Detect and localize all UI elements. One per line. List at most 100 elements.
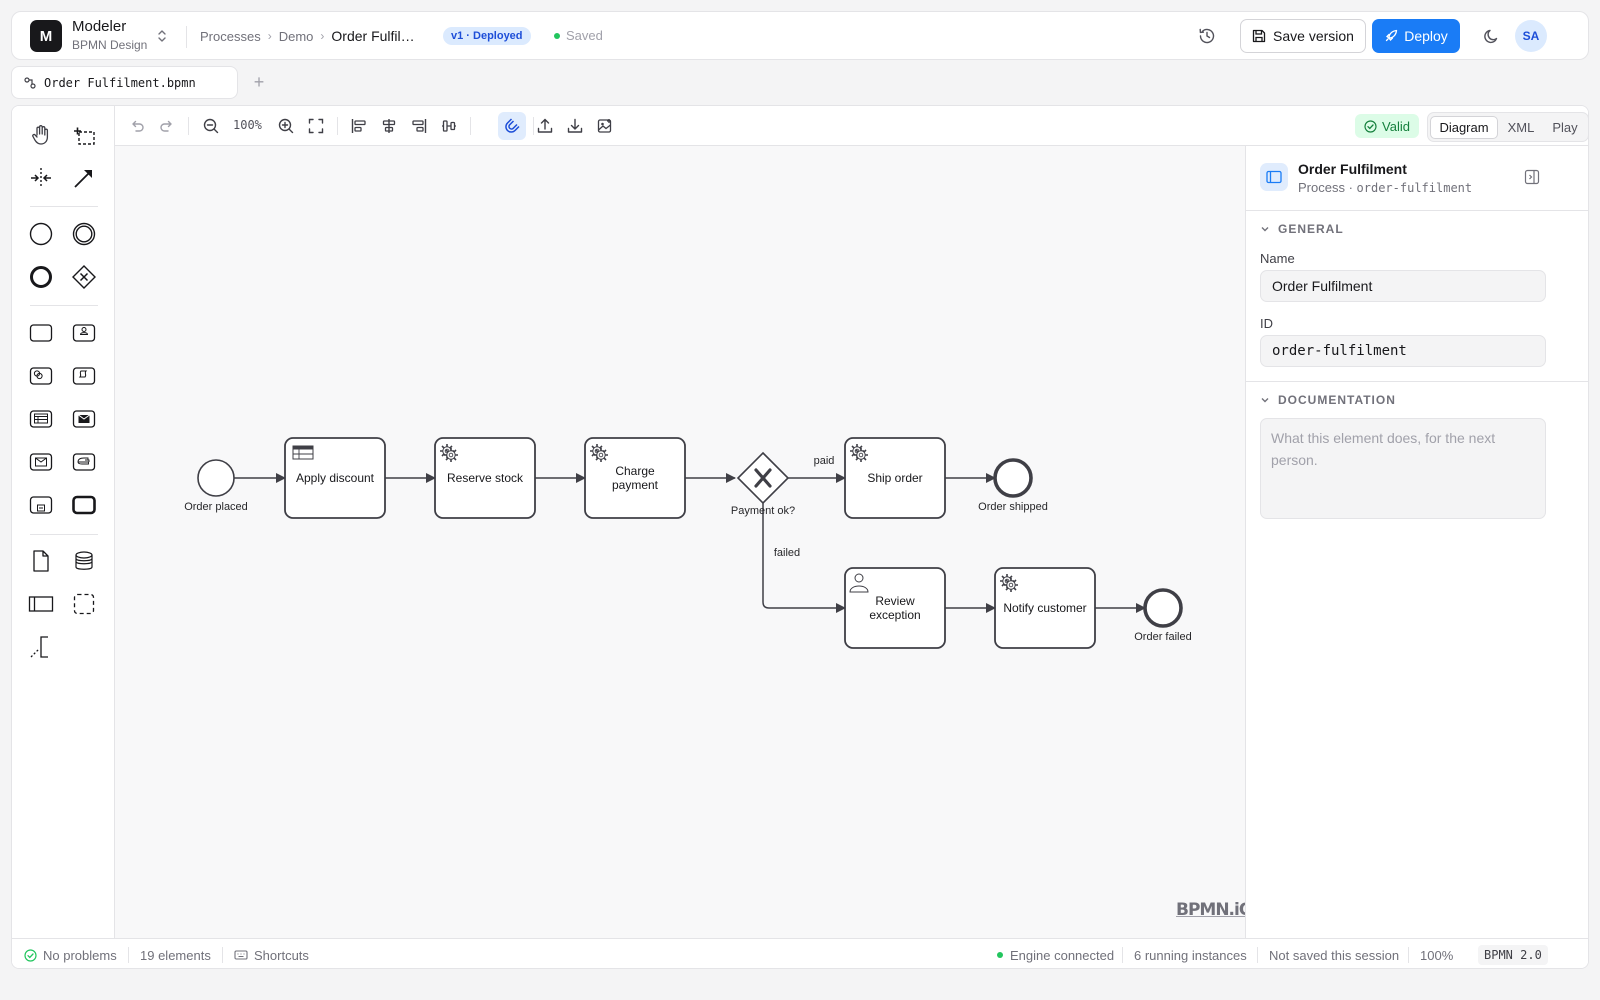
name-field[interactable]: Order Fulfilment <box>1260 270 1546 302</box>
avatar[interactable]: SA <box>1515 20 1547 52</box>
task-review-exception-label-line1: Review <box>875 594 915 608</box>
panel-divider <box>1246 381 1588 382</box>
script-task-icon[interactable] <box>69 361 99 391</box>
user-task-icon[interactable] <box>69 318 99 348</box>
toolbar-divider <box>533 117 534 135</box>
header-divider <box>186 26 187 48</box>
zoom-out-icon[interactable] <box>201 116 221 136</box>
data-object-icon[interactable] <box>26 546 56 576</box>
group-icon[interactable] <box>69 589 99 619</box>
status-divider <box>1122 947 1123 963</box>
task-icon[interactable] <box>26 318 56 348</box>
download-icon[interactable] <box>565 116 585 136</box>
moon-icon[interactable] <box>1482 26 1502 46</box>
connect-tool-icon[interactable] <box>69 163 99 193</box>
task-charge-payment-label-line2: payment <box>612 478 659 492</box>
data-store-icon[interactable] <box>69 546 99 576</box>
import-icon[interactable] <box>535 116 555 136</box>
gear-icon <box>593 447 609 463</box>
section-documentation-header[interactable]: DOCUMENTATION <box>1260 393 1396 407</box>
session-save-status: Not saved this session <box>1269 947 1400 963</box>
subprocess-icon[interactable] <box>26 490 56 520</box>
undo-icon[interactable] <box>127 116 147 136</box>
align-center-icon[interactable] <box>379 116 399 136</box>
receive-task-icon[interactable] <box>26 447 56 477</box>
align-left-icon[interactable] <box>349 116 369 136</box>
manual-task-icon[interactable] <box>69 447 99 477</box>
gateway-icon[interactable] <box>69 262 99 292</box>
hand-tool-icon[interactable] <box>26 120 56 150</box>
tab-label: Order Fulfilment.bpmn <box>44 75 196 90</box>
validation-badge[interactable]: Valid <box>1355 114 1419 138</box>
redo-icon[interactable] <box>157 116 177 136</box>
call-activity-icon[interactable] <box>69 490 99 520</box>
deploy-button[interactable]: Deploy <box>1372 19 1460 53</box>
intermediate-event-icon[interactable] <box>69 219 99 249</box>
breadcrumb-demo[interactable]: Demo <box>279 29 314 44</box>
modeler-workspace: 100% Valid Diagram XML Play paid failed … <box>11 105 1589 969</box>
section-general-header[interactable]: GENERAL <box>1260 222 1344 236</box>
export-image-icon[interactable] <box>595 116 615 136</box>
end-event-failed-label: Order failed <box>1134 631 1191 643</box>
gateway-label: Payment ok? <box>731 505 795 517</box>
problems-status[interactable]: No problems <box>24 947 117 963</box>
end-event-order-shipped[interactable] <box>993 458 1033 498</box>
task-reserve-stock-label: Reserve stock <box>447 471 524 485</box>
start-event-icon[interactable] <box>26 219 56 249</box>
send-task-icon[interactable] <box>69 404 99 434</box>
tab-xml[interactable]: XML <box>1500 116 1542 139</box>
id-label: ID <box>1260 316 1273 331</box>
running-instances[interactable]: 6 running instances <box>1134 947 1247 963</box>
breadcrumb-processes[interactable]: Processes <box>200 29 261 44</box>
magnet-icon <box>505 118 520 133</box>
diagram-toolbar: 100% Valid Diagram XML Play <box>115 106 1588 146</box>
zoom-level[interactable]: 100% <box>233 118 262 132</box>
gateway-payment-ok[interactable] <box>736 451 790 505</box>
distribute-icon[interactable] <box>439 116 459 136</box>
end-event-icon[interactable] <box>26 262 56 292</box>
pool-icon[interactable] <box>26 589 56 619</box>
palette-divider <box>30 305 98 306</box>
add-tab-button[interactable]: + <box>250 72 268 92</box>
end-event-shipped-label: Order shipped <box>978 501 1048 513</box>
workspace-switcher-icon[interactable] <box>155 27 169 45</box>
chevron-right-icon: › <box>320 29 325 43</box>
space-tool-icon[interactable] <box>26 163 56 193</box>
documentation-textarea[interactable]: What this element does, for the next per… <box>1260 418 1546 519</box>
fit-viewport-icon[interactable] <box>306 116 326 136</box>
start-event-order-placed[interactable] <box>197 459 235 497</box>
text-annotation-icon[interactable] <box>26 632 56 662</box>
save-version-button[interactable]: Save version <box>1240 19 1366 53</box>
status-divider <box>1257 947 1258 963</box>
lasso-tool-icon[interactable] <box>69 120 99 150</box>
element-type: Process <box>1298 180 1345 195</box>
panel-divider <box>1246 210 1588 211</box>
tab-diagram[interactable]: Diagram <box>1430 116 1498 139</box>
history-icon[interactable] <box>1197 26 1217 46</box>
element-sep: · <box>1344 180 1357 195</box>
engine-dot-icon <box>997 952 1003 958</box>
element-subtitle: Process · order-fulfilment <box>1298 180 1472 195</box>
collapse-panel-icon[interactable] <box>1523 168 1541 186</box>
align-right-icon[interactable] <box>409 116 429 136</box>
diagram-canvas[interactable]: paid failed Order placed Apply discount <box>115 146 1253 938</box>
tab-order-fulfilment[interactable]: Order Fulfilment.bpmn <box>11 66 238 99</box>
end-event-order-failed[interactable] <box>1143 588 1183 628</box>
status-zoom: 100% <box>1420 947 1454 963</box>
id-field[interactable]: order-fulfilment <box>1260 335 1546 367</box>
app-subtitle: BPMN Design <box>72 38 148 52</box>
palette-divider <box>30 534 98 535</box>
app-name: Modeler <box>72 18 127 35</box>
snap-toggle[interactable] <box>498 112 526 140</box>
shortcuts-button[interactable]: Shortcuts <box>234 947 309 963</box>
bpmn-io-logo[interactable]: BPMN.iO <box>1176 900 1253 920</box>
service-task-icon[interactable] <box>26 361 56 391</box>
section-documentation-label: DOCUMENTATION <box>1278 393 1396 407</box>
save-status-label: Saved <box>566 28 603 43</box>
business-rule-task-icon[interactable] <box>26 404 56 434</box>
tab-play[interactable]: Play <box>1544 116 1586 139</box>
bpmn-diagram: paid failed Order placed Apply discount <box>184 437 1192 649</box>
zoom-in-icon[interactable] <box>276 116 296 136</box>
problems-label: No problems <box>43 947 117 963</box>
business-rule-icon <box>292 445 314 460</box>
